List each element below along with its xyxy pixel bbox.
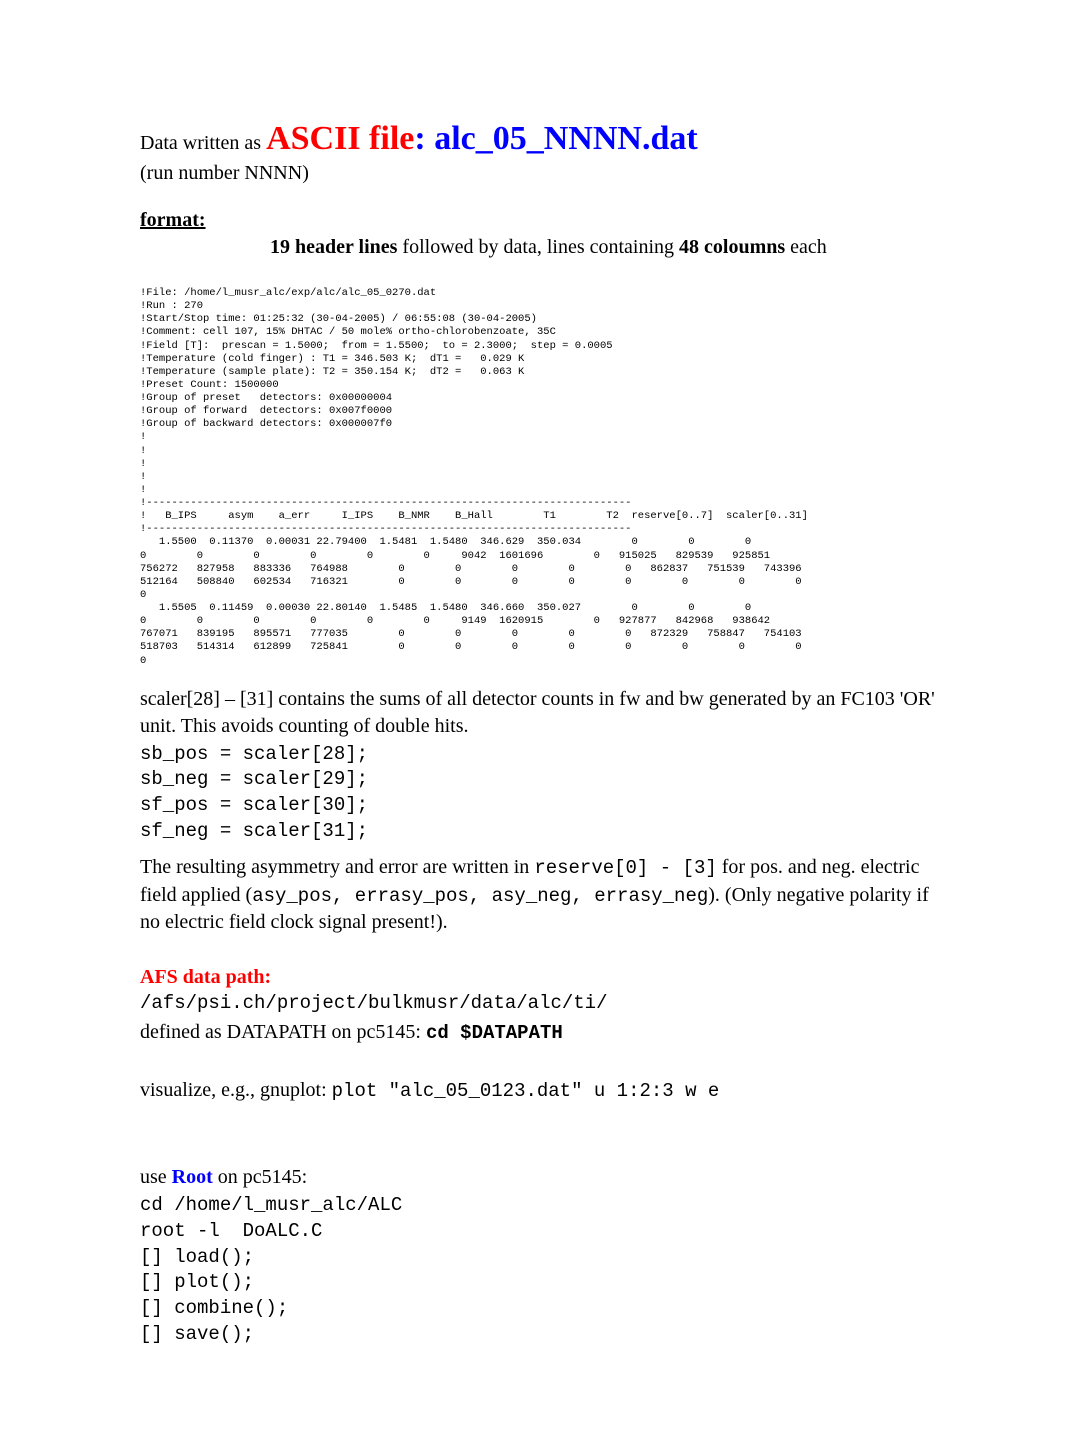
root-line: use Root on pc5145: [140, 1164, 940, 1191]
title-line: Data written as ASCII file: alc_05_NNNN.… [140, 120, 940, 158]
format-bold1: 19 header lines [270, 236, 397, 258]
format-bold2: 48 coloumns [679, 236, 785, 258]
scaler-paragraph: scaler[28] – [31] contains the sums of a… [140, 686, 940, 740]
visualize-pre: visualize, e.g., gnuplot: [140, 1079, 332, 1101]
root-pre: use [140, 1166, 172, 1188]
page-content: Data written as ASCII file: alc_05_NNNN.… [0, 0, 1080, 1429]
asym-paragraph: The resulting asymmetry and error are wr… [140, 854, 940, 936]
ascii-file-text: ASCII file [266, 120, 414, 157]
afs-path: /afs/psi.ch/project/bulkmusr/data/alc/ti… [140, 991, 940, 1017]
visualize-line: visualize, e.g., gnuplot: plot "alc_05_0… [140, 1077, 940, 1105]
title-colon: : [414, 120, 434, 157]
afs-defined-line: defined as DATAPATH on pc5145: cd $DATAP… [140, 1019, 940, 1047]
spacer3 [140, 1134, 940, 1164]
spacer2 [140, 1104, 940, 1134]
data-sample-block: !File: /home/l_musr_alc/exp/alc/alc_05_0… [140, 287, 940, 668]
filename-text: alc_05_NNNN.dat [434, 120, 697, 157]
format-end: each [785, 236, 827, 258]
root-post: on pc5145: [213, 1166, 307, 1188]
scaler-code: sb_pos = scaler[28]; sb_neg = scaler[29]… [140, 742, 940, 845]
visualize-cmd: plot "alc_05_0123.dat" u 1:2:3 w e [332, 1080, 720, 1102]
run-number-line: (run number NNNN) [140, 162, 940, 185]
afs-heading: AFS data path: [140, 966, 940, 989]
format-heading: format: [140, 209, 940, 232]
root-word: Root [172, 1166, 213, 1188]
spacer [140, 1047, 940, 1077]
asym-code1: reserve[0] - [3] [534, 857, 716, 879]
afs-cd-cmd: cd $DATAPATH [426, 1022, 563, 1044]
asym-code2: asy_pos, errasy_pos, asy_neg, errasy_neg [252, 885, 708, 907]
root-code: cd /home/l_musr_alc/ALC root -l DoALC.C … [140, 1193, 940, 1347]
title-prefix: Data written as [140, 132, 266, 154]
afs-defined-pre: defined as DATAPATH on pc5145: [140, 1021, 426, 1043]
asym-pre: The resulting asymmetry and error are wr… [140, 856, 534, 878]
format-mid: followed by data, lines containing [397, 236, 679, 258]
format-subtitle: 19 header lines followed by data, lines … [270, 236, 940, 259]
